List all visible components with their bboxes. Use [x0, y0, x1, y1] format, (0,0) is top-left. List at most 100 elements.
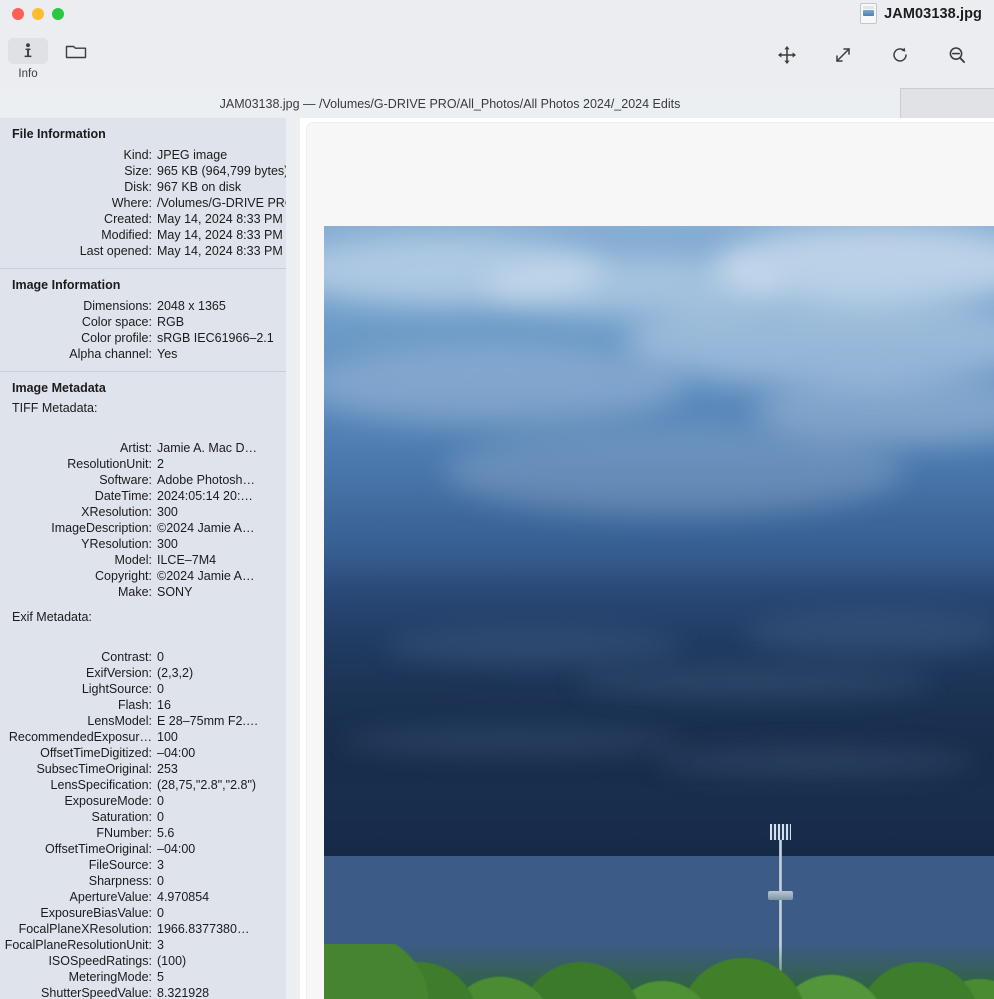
info-row: Copyright: ©2024 Jamie A…	[0, 568, 286, 584]
path-bar-text: JAM03138.jpg — /Volumes/G-DRIVE PRO/All_…	[219, 96, 681, 111]
info-row: SubsecTimeOriginal: 253	[0, 761, 286, 777]
info-row-key: RecommendedExposur…	[8, 730, 152, 744]
info-row: Software: Adobe Photosh…	[0, 472, 286, 488]
info-row-value: 4.970854	[157, 890, 210, 904]
go-to-folder-button[interactable]	[56, 38, 96, 64]
rotate-button[interactable]	[885, 42, 915, 68]
window-title-group: JAM03138.jpg	[860, 3, 982, 24]
info-row-value: 0	[157, 810, 164, 824]
move-tool-icon	[778, 46, 796, 64]
image-viewer[interactable]	[300, 118, 994, 999]
info-row-key: ApertureValue:	[69, 890, 152, 904]
info-row-value: 16	[157, 698, 171, 712]
info-row-value: 2	[157, 457, 164, 471]
info-row-key: ExifVersion:	[85, 666, 152, 680]
zoom-button[interactable]	[52, 8, 64, 20]
info-row-key: MeteringMode:	[68, 970, 152, 984]
info-row-key: Last opened:	[79, 244, 152, 258]
info-row-value: sRGB IEC61966–2.1	[157, 331, 274, 345]
info-row-value: (2,3,2)	[157, 666, 194, 680]
info-row-key: Modified:	[101, 228, 152, 242]
storm-wisp	[654, 746, 974, 778]
info-row-value: 0	[157, 650, 164, 664]
info-button-label: Info	[18, 68, 38, 80]
info-row-value: 8.321928	[157, 986, 210, 999]
section-image-metadata: Image Metadata TIFF Metadata: Artist: Jam…	[0, 372, 286, 999]
info-row: Contrast: 0	[0, 649, 286, 665]
info-row-value: (28,75,"2.8","2.8")	[157, 778, 257, 792]
info-row-key: FocalPlaneResolutionUnit:	[4, 938, 152, 952]
info-button[interactable]: Info	[8, 38, 48, 80]
info-row-value: Adobe Photosh…	[157, 473, 255, 487]
info-row-key: Contrast:	[101, 650, 152, 664]
image-info-window: JAM03138.jpg Info JAM03138.jpg — /Volume…	[0, 0, 994, 999]
info-icon	[8, 38, 48, 64]
info-row: Sharpness: 0	[0, 873, 286, 889]
info-row-value: –04:00	[157, 746, 196, 760]
info-row: MeteringMode: 5	[0, 969, 286, 985]
storm-wisp	[384, 626, 684, 666]
window-title: JAM03138.jpg	[884, 5, 982, 22]
info-row: ImageDescription: ©2024 Jamie A…	[0, 520, 286, 536]
info-row: Disk: 967 KB on disk	[0, 179, 286, 195]
info-row: Flash: 16	[0, 697, 286, 713]
info-row: DateTime: 2024:05:14 20:…	[0, 488, 286, 504]
info-row-key: LensSpecification:	[50, 778, 152, 792]
section-title: Image Information	[12, 278, 121, 292]
image-viewer-canvas[interactable]	[306, 122, 994, 999]
info-row-key: XResolution:	[81, 505, 152, 519]
window-controls	[12, 8, 64, 20]
info-row-key: OffsetTimeDigitized:	[40, 746, 152, 760]
info-row-value: RGB	[157, 315, 185, 329]
info-row: Created: May 14, 2024 8:33 PM	[0, 211, 286, 227]
section-title: File Information	[12, 127, 106, 141]
info-row: LensModel: E 28–75mm F2.…	[0, 713, 286, 729]
info-row: LightSource: 0	[0, 681, 286, 697]
rotate-clockwise-icon	[893, 47, 907, 62]
info-row: Color space: RGB	[0, 314, 286, 330]
info-row-value: 967 KB on disk	[157, 180, 242, 194]
info-row: ExifVersion: (2,3,2)	[0, 665, 286, 681]
expand-button[interactable]	[828, 42, 858, 68]
close-button[interactable]	[12, 8, 24, 20]
info-row: Model: ILCE–7M4	[0, 552, 286, 568]
minimize-button[interactable]	[32, 8, 44, 20]
info-row: ShutterSpeedValue: 8.321928	[0, 985, 286, 999]
zoom-out-icon	[949, 47, 965, 63]
info-row-value: 0	[157, 794, 164, 808]
info-row: ExposureBiasValue: 0	[0, 905, 286, 921]
info-row: Kind: JPEG image	[0, 147, 286, 163]
folder-icon	[56, 38, 96, 64]
info-row-value: ©2024 Jamie A…	[157, 521, 255, 535]
storm-cloud-layer	[324, 556, 994, 856]
info-row-value: Yes	[157, 347, 178, 361]
info-row-key: ImageDescription:	[51, 521, 152, 535]
info-row: ApertureValue: 4.970854	[0, 889, 286, 905]
info-row: Saturation: 0	[0, 809, 286, 825]
section-image-information: Image Information Dimensions: 2048 x 1365…	[0, 269, 286, 362]
section-file-information: File Information Kind: JPEG image Size: 96…	[0, 118, 286, 259]
photo[interactable]	[324, 226, 994, 999]
info-row: OffsetTimeDigitized: –04:00	[0, 745, 286, 761]
info-row-key: ExposureBiasValue:	[40, 906, 152, 920]
info-row: FNumber: 5.6	[0, 825, 286, 841]
info-sidebar[interactable]: File Information Kind: JPEG image Size: 96…	[0, 118, 286, 999]
path-bar: JAM03138.jpg — /Volumes/G-DRIVE PRO/All_…	[0, 90, 900, 117]
info-row-key: Copyright:	[95, 569, 152, 583]
zoom-out-button[interactable]	[942, 42, 972, 68]
info-row-value: 5.6	[157, 826, 175, 840]
info-row: Make: SONY	[0, 584, 286, 600]
info-row-value: 2024:05:14 20:…	[157, 489, 253, 503]
move-tool-button[interactable]	[772, 42, 802, 68]
section-title: Image Metadata	[12, 381, 106, 395]
info-row-key: Artist:	[120, 441, 152, 455]
info-row-value: ©2024 Jamie A…	[157, 569, 255, 583]
expand-arrows-icon	[836, 48, 850, 62]
storm-wisp	[744, 611, 994, 657]
info-row-value: (100)	[157, 954, 187, 968]
info-row-value: 100	[157, 730, 178, 744]
info-row: LensSpecification: (28,75,"2.8","2.8")	[0, 777, 286, 793]
info-row-key: FocalPlaneXResolution:	[18, 922, 152, 936]
info-icon-svg	[24, 43, 32, 58]
